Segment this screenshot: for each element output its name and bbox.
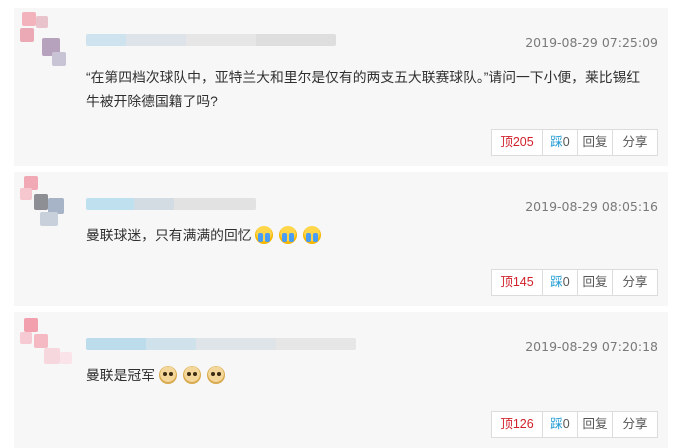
avatar[interactable] [20, 176, 78, 232]
downvote-label: 踩 [550, 275, 563, 289]
crying-emoji-icon [303, 226, 322, 244]
doge-emoji-icon [182, 366, 201, 384]
reply-button[interactable]: 回复 [577, 411, 613, 438]
comment-actions: 顶 126 踩0 回复 分享 [491, 411, 658, 438]
comment-card: 2019-08-29 08:05:16 曼联球迷，只有满满的回忆 顶 145 踩0… [14, 172, 668, 306]
username-blurred[interactable] [86, 198, 256, 210]
upvote-label: 顶 [500, 135, 513, 149]
upvote-label: 顶 [500, 417, 513, 431]
comment-text: 曼联是冠军 [86, 368, 155, 383]
downvote-label: 踩 [550, 417, 563, 431]
downvote-button[interactable]: 踩0 [542, 411, 578, 438]
comment-actions: 顶 205 踩0 回复 分享 [491, 129, 658, 156]
comment-timestamp: 2019-08-29 07:25:09 [525, 35, 658, 50]
reply-button[interactable]: 回复 [577, 269, 613, 296]
comment-card: 2019-08-29 07:25:09 “在第四档次球队中，亚特兰大和里尔是仅有… [14, 8, 668, 166]
share-button[interactable]: 分享 [612, 411, 658, 438]
comment-timestamp: 2019-08-29 07:20:18 [525, 339, 658, 354]
downvote-button[interactable]: 踩0 [542, 129, 578, 156]
upvote-button[interactable]: 顶 126 [491, 411, 543, 438]
upvote-button[interactable]: 顶 145 [491, 269, 543, 296]
comment-text: 曼联球迷，只有满满的回忆 [86, 228, 252, 243]
upvote-button[interactable]: 顶 205 [491, 129, 543, 156]
downvote-button[interactable]: 踩0 [542, 269, 578, 296]
share-button[interactable]: 分享 [612, 269, 658, 296]
avatar[interactable] [20, 12, 78, 68]
downvote-count: 0 [562, 275, 570, 289]
username-blurred[interactable] [86, 338, 356, 350]
reply-button[interactable]: 回复 [577, 129, 613, 156]
doge-emoji-icon [206, 366, 225, 384]
downvote-label: 踩 [550, 135, 563, 149]
comment-timestamp: 2019-08-29 08:05:16 [525, 199, 658, 214]
comment-text-line: 曼联是冠军 [86, 364, 650, 388]
upvote-count: 126 [512, 417, 534, 431]
crying-emoji-icon [279, 226, 298, 244]
downvote-count: 0 [562, 417, 570, 431]
doge-emoji-icon [158, 366, 177, 384]
avatar[interactable] [20, 316, 78, 372]
comment-card: 2019-08-29 07:20:18 曼联是冠军 顶 126 踩0 回复 分享 [14, 312, 668, 448]
username-blurred[interactable] [86, 34, 336, 46]
crying-emoji-icon [255, 226, 274, 244]
comment-actions: 顶 145 踩0 回复 分享 [491, 269, 658, 296]
upvote-label: 顶 [500, 275, 513, 289]
downvote-count: 0 [562, 135, 570, 149]
share-button[interactable]: 分享 [612, 129, 658, 156]
upvote-count: 205 [512, 135, 534, 149]
comment-text-line: 曼联球迷，只有满满的回忆 [86, 224, 650, 248]
upvote-count: 145 [512, 275, 534, 289]
comment-text: “在第四档次球队中，亚特兰大和里尔是仅有的两支五大联赛球队。”请问一下小便，莱比… [86, 70, 641, 109]
